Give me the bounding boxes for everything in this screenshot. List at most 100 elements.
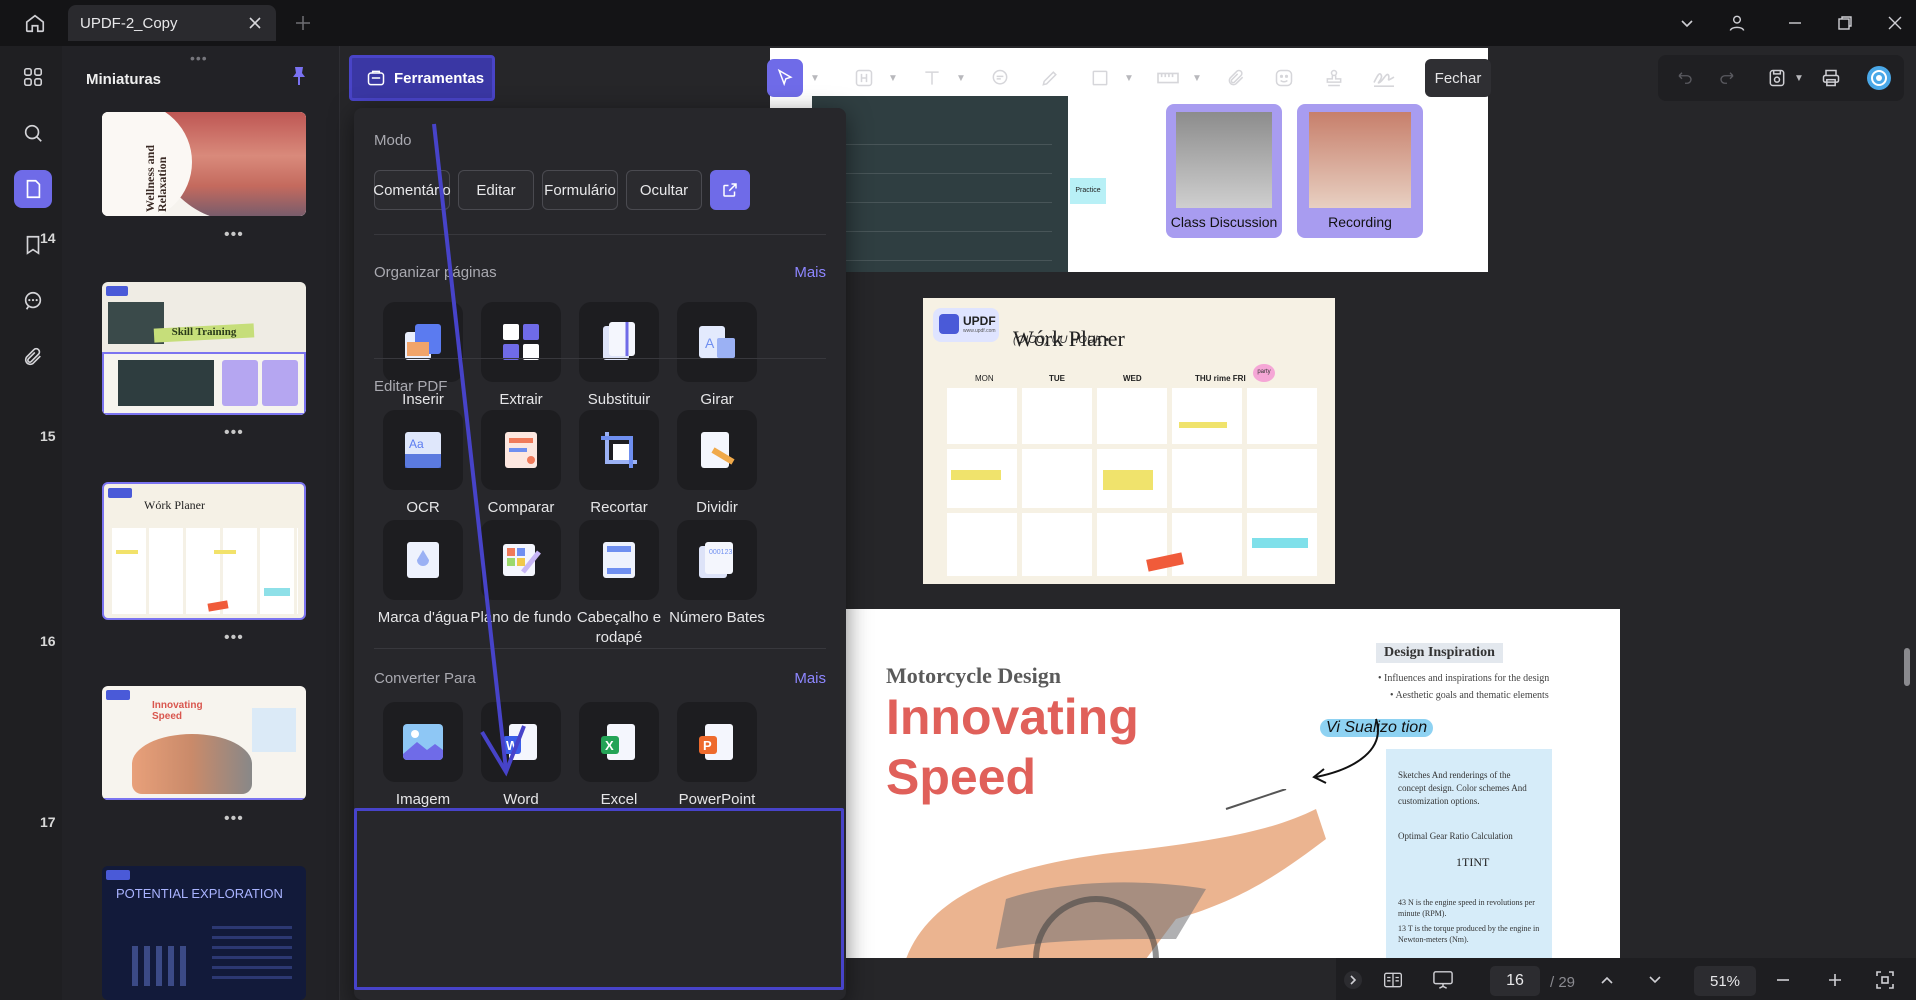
sticker-tool-icon[interactable] [1266,59,1302,97]
tools-button[interactable]: Ferramentas [349,55,495,101]
thumbnail-more-icon[interactable]: ••• [224,226,244,244]
mode-form-button[interactable]: Formulário [542,170,618,210]
tile-label: Número Bates [669,609,765,626]
attach-tool-icon[interactable] [1218,59,1254,97]
compare-tool[interactable]: Comparar [466,410,576,518]
thumbnail-page-number: 15 [40,428,56,444]
replace-tool[interactable]: Substituir [564,302,674,410]
thumbnail-page-14[interactable]: Wellness and Relaxation [102,112,306,216]
thumbnail-page-16[interactable]: Wórk Planer [102,482,306,620]
thumbnails-icon[interactable] [14,170,52,208]
crop-tool[interactable]: Recortar [564,410,674,518]
page-number-input[interactable]: 16 [1490,966,1540,996]
chevron-down-icon[interactable] [1672,8,1702,38]
search-icon[interactable] [14,114,52,152]
convert-image-tool[interactable]: Imagem [368,702,478,810]
note: 13 T is the torque produced by the engin… [1398,924,1540,944]
tile-label: PowerPoint [678,791,756,808]
close-tools-button[interactable]: Fechar [1425,59,1491,97]
mode-redact-button[interactable]: Ocultar [626,170,702,210]
tab-title: UPDF-2_Copy [80,14,178,32]
presentation-icon[interactable] [1430,967,1456,993]
ai-assistant-icon[interactable] [1864,63,1894,93]
shape-tool-icon[interactable] [1082,59,1118,97]
zoom-in-icon[interactable] [1822,967,1848,993]
convert-word-tool[interactable]: W Word [466,702,576,810]
close-window-icon[interactable] [1880,8,1910,38]
thumbnail-more-icon[interactable]: ••• [224,629,244,647]
watermark-tool[interactable]: Marca d'água [368,520,478,628]
thumbnail-page-17[interactable]: Innovating Speed [102,686,306,800]
attachment-icon[interactable] [14,338,52,376]
chevron-down-icon[interactable]: ▼ [1192,73,1202,84]
signature-tool-icon[interactable] [1366,59,1402,97]
thumbnail-more-icon[interactable]: ••• [224,810,244,828]
mode-section-title: Modo [374,132,412,149]
organize-section-title: Organizar páginas [374,264,497,281]
convert-more-link[interactable]: Mais [794,670,826,687]
home-icon[interactable] [20,8,50,38]
convert-section-title: Converter Para [374,670,476,687]
save-icon[interactable] [1762,63,1792,93]
zoom-level[interactable]: 51% [1694,966,1756,996]
thumbnail-more-icon[interactable]: ••• [224,424,244,442]
close-tab-icon[interactable] [244,12,266,34]
print-icon[interactable] [1816,63,1846,93]
organize-more-link[interactable]: Mais [794,264,826,281]
thumbnail-page-15[interactable]: Skill Training [102,282,306,415]
extract-tool[interactable]: Extrair [466,302,576,410]
new-tab-icon[interactable] [290,10,316,36]
convert-powerpoint-tool[interactable]: P PowerPoint [662,702,772,810]
split-icon [677,410,757,490]
bullet: • Influences and inspirations for the de… [1378,673,1550,684]
reading-mode-icon[interactable] [1380,967,1406,993]
expand-right-icon[interactable] [1340,967,1366,993]
mode-comment-button[interactable]: Comentário [373,170,451,210]
highlight-tool-icon[interactable] [846,59,882,97]
tile-label: Imagem [395,791,451,808]
ocr-tool[interactable]: Aa OCR [368,410,478,518]
chevron-down-icon[interactable]: ▼ [888,73,898,84]
split-tool[interactable]: Dividir [662,410,772,518]
convert-excel-tool[interactable]: X Excel [564,702,674,810]
fit-page-icon[interactable] [1872,967,1898,993]
zoom-out-icon[interactable] [1770,967,1796,993]
bates-number-tool[interactable]: 000123 Número Bates [662,520,772,628]
chevron-down-icon[interactable]: ▼ [956,73,966,84]
resize-grip-icon[interactable]: ••• [190,50,208,66]
comments-icon[interactable] [14,282,52,320]
restore-icon[interactable] [1830,8,1860,38]
stamp-tool-icon[interactable] [1316,59,1352,97]
divider [374,648,826,649]
background-tool[interactable]: Plano de fundo [466,520,576,628]
vertical-scrollbar[interactable] [1904,648,1910,686]
pen-tool-icon[interactable] [1032,59,1068,97]
undo-icon[interactable] [1670,63,1700,93]
select-tool-icon[interactable] [767,59,803,97]
thumbnail-page-18[interactable]: POTENTIAL EXPLORATION [102,866,306,1000]
document-tab[interactable]: UPDF-2_Copy [68,5,276,41]
chevron-down-icon[interactable]: ▼ [1124,73,1134,84]
measure-tool-icon[interactable] [1150,59,1186,97]
comment-tool-icon[interactable] [982,59,1018,97]
logo-subtext: www.updf.com [963,328,996,334]
tile-label: Plano de fundo [470,609,572,626]
open-external-icon[interactable] [710,170,750,210]
rotate-tool[interactable]: A Girar [662,302,772,410]
tile-label: Cabeçalho e rodapé [576,609,662,646]
thumbnail-page-number: 17 [40,814,56,830]
previous-page-icon[interactable] [1594,967,1620,993]
chevron-down-icon[interactable]: ▼ [1794,73,1804,84]
text-tool-icon[interactable] [914,59,950,97]
redo-icon[interactable] [1712,63,1742,93]
organize-pages-icon[interactable] [14,58,52,96]
account-icon[interactable] [1722,8,1752,38]
pin-icon[interactable] [290,66,308,86]
chevron-down-icon[interactable]: ▼ [810,73,820,84]
note: 43 N is the engine speed in revolutions … [1398,898,1535,918]
next-page-icon[interactable] [1642,967,1668,993]
mode-edit-button[interactable]: Editar [458,170,534,210]
header-footer-tool[interactable]: Cabeçalho e rodapé [564,520,674,648]
thumbnail-page-number: 14 [40,230,56,246]
minimize-icon[interactable] [1780,8,1810,38]
